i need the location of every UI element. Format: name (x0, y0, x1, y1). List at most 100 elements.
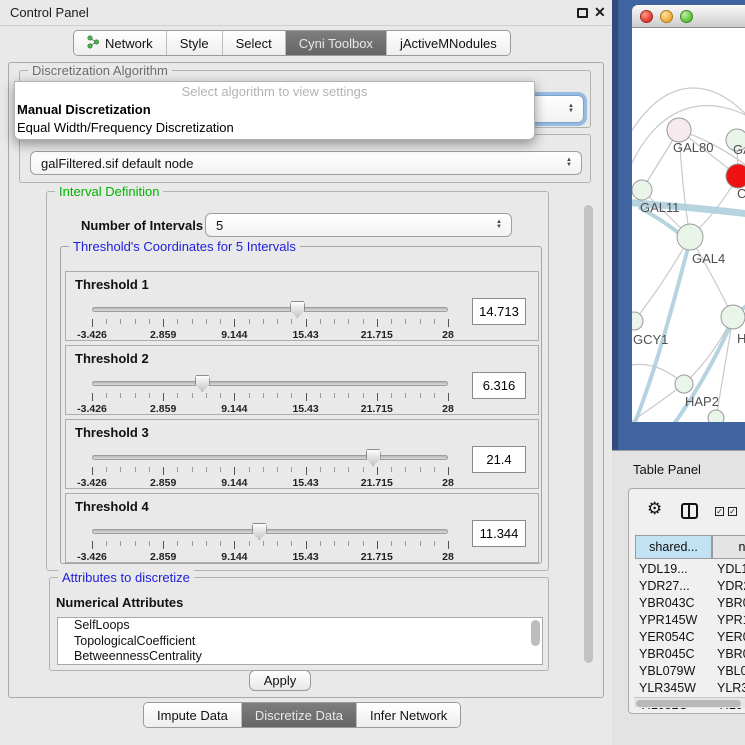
attribute-list-item[interactable]: BetweennessCentrality (58, 649, 542, 665)
slider-track (92, 381, 448, 386)
cell-name: YPR1 (717, 613, 745, 627)
table-settings-gear-icon[interactable]: ⚙ (647, 499, 662, 519)
apply-button[interactable]: Apply (249, 670, 311, 691)
slider-thumb[interactable] (252, 523, 267, 540)
tab-jactivemnodules[interactable]: jActiveMNodules (386, 31, 510, 55)
slider-tick (177, 467, 178, 472)
algorithm-option-manual[interactable]: Manual Discretization (15, 101, 534, 119)
algorithm-dropdown-popup: Select algorithm to view settings Manual… (14, 81, 535, 140)
tab-network[interactable]: Network (74, 31, 166, 55)
slider-tick (206, 541, 207, 546)
slider-tick (106, 393, 107, 398)
slider-tick (149, 393, 150, 398)
slider-tick (234, 541, 235, 549)
select-columns-checkbox-icon[interactable]: ✓ (715, 507, 724, 516)
slider-tick-label: 21.715 (361, 477, 393, 489)
slider-tick (306, 541, 307, 549)
slider-tick-label: 9.144 (221, 329, 247, 341)
float-window-icon[interactable] (577, 8, 588, 18)
close-icon[interactable]: ✕ (594, 4, 606, 21)
threshold-slider[interactable]: -3.4262.8599.14415.4321.71528 (92, 299, 448, 341)
slider-tick (92, 319, 93, 327)
attribute-list-scrollbar[interactable] (531, 620, 540, 646)
threshold-value-field[interactable]: 14.713 (472, 298, 526, 325)
minimize-traffic-icon[interactable] (660, 10, 673, 23)
select-columns-checkbox-icon[interactable]: ✓ (728, 507, 737, 516)
network-node-GAL80[interactable] (667, 118, 691, 142)
threshold-slider[interactable]: -3.4262.8599.14415.4321.71528 (92, 521, 448, 563)
network-canvas[interactable]: GAL80GACGAL11GAL4GCY1HAHAP2 (632, 28, 745, 422)
close-traffic-icon[interactable] (640, 10, 653, 23)
slider-tick-label: 9.144 (221, 551, 247, 563)
slider-tick (348, 541, 349, 546)
tab-style[interactable]: Style (166, 31, 222, 55)
slider-tick (163, 319, 164, 327)
slider-tick (434, 393, 435, 398)
cell-name: YLR3 (717, 681, 745, 695)
slider-tick (448, 467, 449, 475)
slider-tick (163, 541, 164, 549)
table-data-combobox[interactable]: galFiltered.sif default node ▲▼ (30, 151, 582, 175)
cell-name: YBR0 (717, 596, 745, 610)
slider-track (92, 529, 448, 534)
network-view-window[interactable]: GAL80GACGAL11GAL4GCY1HAHAP2 (632, 5, 745, 422)
threshold-block: Threshold 2-3.4262.8599.14415.4321.71528… (65, 345, 539, 415)
slider-tick (405, 541, 406, 546)
slider-tick-label: 2.859 (150, 403, 176, 415)
panel-title: Control Panel (10, 0, 89, 26)
network-node-GCY1[interactable] (632, 312, 643, 330)
tab-select[interactable]: Select (222, 31, 285, 55)
slider-tick (377, 319, 378, 327)
tab-impute-data[interactable]: Impute Data (144, 703, 241, 727)
tab-cyni-toolbox[interactable]: Cyni Toolbox (285, 31, 386, 55)
slider-thumb[interactable] (195, 375, 210, 392)
numerical-attributes-list[interactable]: SelfLoopsTopologicalCoefficientBetweenne… (57, 617, 543, 665)
slider-tick (120, 467, 121, 472)
threshold-slider[interactable]: -3.4262.8599.14415.4321.71528 (92, 373, 448, 415)
slider-tick (277, 541, 278, 546)
cell-shared-name: YLR345W (639, 681, 696, 695)
table-panel: Table Panel ⚙ ✓ ✓ shared... n YDL19...YD… (612, 450, 745, 745)
pane-vertical-scrollbar[interactable] (581, 193, 596, 693)
top-tab-bar: Network Style Select Cyni Toolbox jActiv… (73, 30, 511, 56)
attribute-list-item[interactable]: SelfLoops (58, 618, 542, 634)
slider-tick (149, 541, 150, 546)
cell-shared-name: YBL079W (639, 664, 695, 678)
network-node-node[interactable] (708, 410, 724, 422)
table-horizontal-scrollbar[interactable] (634, 697, 745, 708)
algorithm-option-equal-width[interactable]: Equal Width/Frequency Discretization (15, 119, 534, 137)
slider-tick (448, 541, 449, 549)
threshold-value-field[interactable]: 6.316 (472, 372, 526, 399)
tab-infer-network[interactable]: Infer Network (356, 703, 460, 727)
column-header-name[interactable]: n (712, 535, 745, 559)
slider-tick (306, 467, 307, 475)
bottom-tab-bar: Impute Data Discretize Data Infer Networ… (143, 702, 461, 728)
slider-thumb[interactable] (290, 301, 305, 318)
number-of-intervals-label: Number of Intervals (81, 218, 203, 233)
slider-tick-label: -3.426 (77, 551, 107, 563)
tab-discretize-data[interactable]: Discretize Data (241, 703, 356, 727)
slider-tick (405, 467, 406, 472)
slider-tick (391, 393, 392, 398)
cell-shared-name: YER054C (639, 630, 695, 644)
network-node-label: HA (737, 331, 745, 346)
zoom-traffic-icon[interactable] (680, 10, 693, 23)
network-node-GAL4[interactable] (677, 224, 703, 250)
slider-tick (377, 541, 378, 549)
network-window-titlebar[interactable] (632, 5, 745, 28)
network-node-GAL11[interactable] (632, 180, 652, 200)
threshold-slider[interactable]: -3.4262.8599.14415.4321.71528 (92, 447, 448, 489)
threshold-value-field[interactable]: 11.344 (472, 520, 526, 547)
slider-tick (234, 319, 235, 327)
column-header-shared-name[interactable]: shared... (635, 535, 712, 559)
number-of-intervals-combobox[interactable]: 5 ▲▼ (205, 213, 512, 237)
control-panel: Control Panel ✕ Network (0, 0, 612, 745)
column-layout-icon[interactable] (681, 503, 698, 519)
desktop-right-column: GAL80GACGAL11GAL4GCY1HAHAP2 Table Panel … (612, 0, 745, 745)
network-node-HAP2[interactable] (675, 375, 693, 393)
slider-thumb[interactable] (366, 449, 381, 466)
network-node-selected[interactable] (726, 164, 745, 188)
attribute-list-item[interactable]: TopologicalCoefficient (58, 634, 542, 650)
threshold-value-field[interactable]: 21.4 (472, 446, 526, 473)
network-node-H?[interactable] (721, 305, 745, 329)
